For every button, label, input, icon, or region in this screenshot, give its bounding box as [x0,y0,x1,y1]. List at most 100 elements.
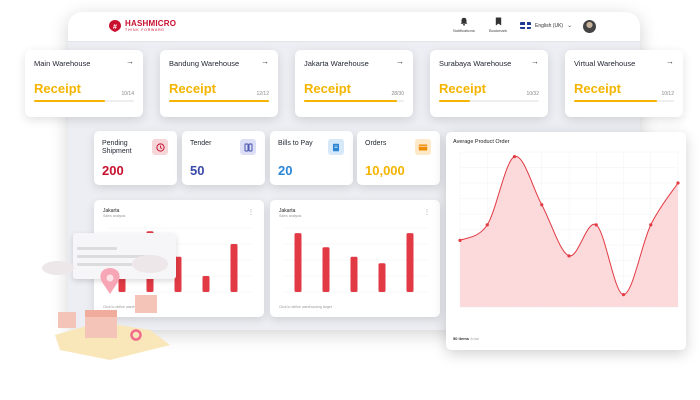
receipt-count: 10/12 [661,91,674,97]
receipt-progress-fill [169,100,269,102]
bookmark-button[interactable]: Bookmark [489,17,507,33]
data-point [540,203,544,207]
receipt-count: 10/32 [526,91,539,97]
package-box-lid [85,310,117,317]
chart-subtitle: Sales analysis [103,214,126,218]
warehouse-card-jakarta[interactable]: Jakarta Warehouse → Receipt 28/30 [295,50,413,117]
receipt-progress-bar [439,100,539,102]
bookmark-label: Bookmark [489,28,508,33]
chart-title: Average Product Order [453,139,510,145]
stat-title: Bills to Pay [278,140,313,147]
area-chart [458,151,680,308]
uk-flag-icon [520,22,531,29]
more-options-icon[interactable]: ⋮ [424,209,430,216]
receipt-progress-fill [304,100,397,102]
arrow-right-icon[interactable]: → [666,57,674,66]
data-point [649,223,653,227]
stat-card-bills-to-pay[interactable]: Bills to Pay 20 [270,131,353,185]
warehouse-card-bandung[interactable]: Bandung Warehouse → Receipt 12/12 [160,50,278,117]
language-selector[interactable]: English (UK) ⌄ [520,22,572,29]
arrow-right-icon[interactable]: → [531,57,539,66]
top-navbar: # HASHMICRO THINK FORWARD Notifications … [68,12,640,42]
warehouse-card-main[interactable]: Main Warehouse → Receipt 10/14 [25,50,143,117]
bar [294,233,302,292]
receipt-label: Receipt [439,81,486,96]
items-count: 50 items [453,336,470,341]
sales-bar-card-2: Jakarta Sales analysis ⋮ Click to define… [270,200,440,317]
stat-value: 10,000 [365,163,405,178]
receipt-progress-bar [169,100,269,102]
chart-footer: 50 items /total [453,336,479,341]
receipt-count: 10/14 [121,91,134,97]
stat-title: Tender [190,140,212,147]
document-icon [328,139,344,155]
bar [202,276,210,292]
arrow-right-icon[interactable]: → [396,57,404,66]
receipt-progress-bar [34,100,134,102]
warehouse-name: Virtual Warehouse [574,59,636,68]
language-label: English (UK) [535,22,564,29]
box-icon [415,139,431,155]
bookmark-icon [495,17,501,26]
arrow-right-icon[interactable]: → [126,57,134,66]
receipt-progress-bar [304,100,404,102]
notifications-label: Notifications [453,28,475,33]
chart-subtitle: Sales analysis [279,214,302,218]
stat-value: 200 [102,163,124,178]
chart-footer[interactable]: Click to define warehousing target [279,305,332,309]
stat-value: 20 [278,163,293,178]
warehouse-name: Surabaya Warehouse [439,59,512,68]
brand-name: HASHMICRO [125,18,177,28]
brand-logo[interactable]: # HASHMICRO THINK FORWARD [108,19,176,33]
stat-title: Orders [365,140,387,147]
brand-tagline: THINK FORWARD [125,27,165,32]
notifications-button[interactable]: Notifications [453,17,475,33]
avatar[interactable] [583,20,596,33]
data-point [676,181,680,185]
arrow-right-icon[interactable]: → [261,57,269,66]
clock-icon [152,139,168,155]
average-product-order-card: Average Product Order 50 items /total [446,132,686,350]
warehouse-card-surabaya[interactable]: Surabaya Warehouse → Receipt 10/32 [430,50,548,117]
data-point [485,223,489,227]
package-box-icon [135,295,157,313]
warehouse-name: Bandung Warehouse [169,59,240,68]
svg-text:#: # [113,24,117,31]
stat-value: 50 [190,163,205,178]
stat-title: Pending Shipment [102,140,132,156]
data-point [567,254,571,258]
stat-card-tender[interactable]: Tender 50 [182,131,265,185]
bell-icon [460,17,468,26]
receipt-label: Receipt [34,81,81,96]
more-options-icon[interactable]: ⋮ [248,209,254,216]
data-point [512,155,517,159]
tender-icon [240,139,256,155]
receipt-progress-bar [574,100,674,102]
stat-card-orders[interactable]: Orders 10,000 [357,131,440,185]
items-suffix: /total [470,336,479,341]
receipt-label: Receipt [169,81,216,96]
warehouse-name: Main Warehouse [34,59,91,68]
data-point [594,223,598,227]
receipt-count: 28/30 [391,91,404,97]
receipt-progress-fill [34,100,105,102]
bar [406,233,414,292]
location-pin-dot [106,274,114,282]
chevron-down-icon: ⌄ [567,23,573,29]
logistics-illustration [42,255,170,360]
receipt-label: Receipt [304,81,351,96]
receipt-progress-fill [574,100,657,102]
warehouse-name: Jakarta Warehouse [304,59,369,68]
data-point [458,238,462,242]
cloud-icon [42,261,74,275]
bar [230,244,238,292]
bar [322,247,330,292]
package-box-icon [58,312,76,328]
data-point [621,293,626,297]
receipt-progress-fill [439,100,470,102]
bar [378,263,386,292]
bar-chart [284,227,428,293]
stat-card-pending-shipment[interactable]: Pending Shipment 200 [94,131,177,185]
logo-mark-icon: # [109,20,121,32]
warehouse-card-virtual[interactable]: Virtual Warehouse → Receipt 10/12 [565,50,683,117]
